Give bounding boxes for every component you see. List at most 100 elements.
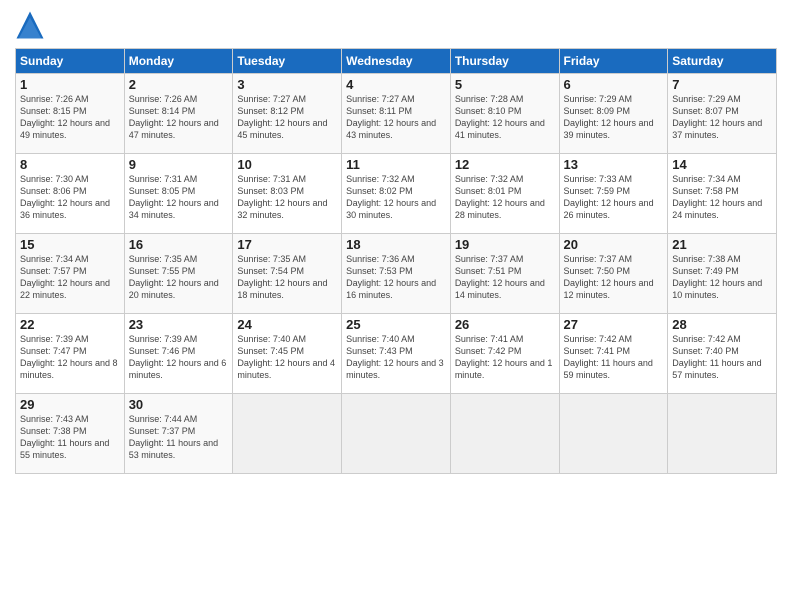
day-info: Sunrise: 7:41 AMSunset: 7:42 PMDaylight:… bbox=[455, 334, 553, 380]
day-info: Sunrise: 7:37 AMSunset: 7:51 PMDaylight:… bbox=[455, 254, 545, 300]
table-row: 5 Sunrise: 7:28 AMSunset: 8:10 PMDaylight… bbox=[450, 74, 559, 154]
col-thursday: Thursday bbox=[450, 49, 559, 74]
table-row: 29 Sunrise: 7:43 AMSunset: 7:38 PMDayligh… bbox=[16, 394, 125, 474]
day-info: Sunrise: 7:29 AMSunset: 8:09 PMDaylight:… bbox=[564, 94, 654, 140]
day-number: 6 bbox=[564, 77, 664, 92]
table-row: 14 Sunrise: 7:34 AMSunset: 7:58 PMDayligh… bbox=[668, 154, 777, 234]
table-row: 10 Sunrise: 7:31 AMSunset: 8:03 PMDayligh… bbox=[233, 154, 342, 234]
logo-icon bbox=[15, 10, 45, 40]
table-row: 17 Sunrise: 7:35 AMSunset: 7:54 PMDayligh… bbox=[233, 234, 342, 314]
day-number: 8 bbox=[20, 157, 120, 172]
calendar-header-row: Sunday Monday Tuesday Wednesday Thursday… bbox=[16, 49, 777, 74]
col-friday: Friday bbox=[559, 49, 668, 74]
day-number: 11 bbox=[346, 157, 446, 172]
day-info: Sunrise: 7:31 AMSunset: 8:03 PMDaylight:… bbox=[237, 174, 327, 220]
table-row: 19 Sunrise: 7:37 AMSunset: 7:51 PMDayligh… bbox=[450, 234, 559, 314]
day-number: 19 bbox=[455, 237, 555, 252]
table-row: 21Sunrise: 7:38 AMSunset: 7:49 PMDayligh… bbox=[668, 234, 777, 314]
day-info: Sunrise: 7:36 AMSunset: 7:53 PMDaylight:… bbox=[346, 254, 436, 300]
day-info: Sunrise: 7:40 AMSunset: 7:43 PMDaylight:… bbox=[346, 334, 444, 380]
day-number: 29 bbox=[20, 397, 120, 412]
day-number: 14 bbox=[672, 157, 772, 172]
calendar-week-row: 15Sunrise: 7:34 AMSunset: 7:57 PMDayligh… bbox=[16, 234, 777, 314]
table-row: 6 Sunrise: 7:29 AMSunset: 8:09 PMDaylight… bbox=[559, 74, 668, 154]
day-info: Sunrise: 7:44 AMSunset: 7:37 PMDaylight:… bbox=[129, 414, 218, 460]
table-row: 22 Sunrise: 7:39 AMSunset: 7:47 PMDayligh… bbox=[16, 314, 125, 394]
table-row: 2 Sunrise: 7:26 AMSunset: 8:14 PMDaylight… bbox=[124, 74, 233, 154]
calendar: Sunday Monday Tuesday Wednesday Thursday… bbox=[15, 48, 777, 474]
day-number: 21 bbox=[672, 237, 772, 252]
day-info: Sunrise: 7:26 AMSunset: 8:14 PMDaylight:… bbox=[129, 94, 219, 140]
table-row: 25Sunrise: 7:40 AMSunset: 7:43 PMDayligh… bbox=[342, 314, 451, 394]
day-info: Sunrise: 7:35 AMSunset: 7:55 PMDaylight:… bbox=[129, 254, 219, 300]
calendar-week-row: 8 Sunrise: 7:30 AMSunset: 8:06 PMDaylight… bbox=[16, 154, 777, 234]
day-info: Sunrise: 7:30 AMSunset: 8:06 PMDaylight:… bbox=[20, 174, 110, 220]
col-wednesday: Wednesday bbox=[342, 49, 451, 74]
day-info: Sunrise: 7:32 AMSunset: 8:02 PMDaylight:… bbox=[346, 174, 436, 220]
day-info: Sunrise: 7:29 AMSunset: 8:07 PMDaylight:… bbox=[672, 94, 762, 140]
table-row: 12 Sunrise: 7:32 AMSunset: 8:01 PMDayligh… bbox=[450, 154, 559, 234]
table-row: 16 Sunrise: 7:35 AMSunset: 7:55 PMDayligh… bbox=[124, 234, 233, 314]
day-info: Sunrise: 7:28 AMSunset: 8:10 PMDaylight:… bbox=[455, 94, 545, 140]
day-number: 5 bbox=[455, 77, 555, 92]
day-info: Sunrise: 7:27 AMSunset: 8:11 PMDaylight:… bbox=[346, 94, 436, 140]
day-info: Sunrise: 7:34 AMSunset: 7:57 PMDaylight:… bbox=[20, 254, 110, 300]
col-saturday: Saturday bbox=[668, 49, 777, 74]
day-number: 30 bbox=[129, 397, 229, 412]
day-info: Sunrise: 7:34 AMSunset: 7:58 PMDaylight:… bbox=[672, 174, 762, 220]
day-number: 13 bbox=[564, 157, 664, 172]
table-row bbox=[233, 394, 342, 474]
table-row: 24 Sunrise: 7:40 AMSunset: 7:45 PMDayligh… bbox=[233, 314, 342, 394]
col-sunday: Sunday bbox=[16, 49, 125, 74]
calendar-week-row: 29 Sunrise: 7:43 AMSunset: 7:38 PMDayligh… bbox=[16, 394, 777, 474]
day-number: 3 bbox=[237, 77, 337, 92]
calendar-week-row: 1 Sunrise: 7:26 AMSunset: 8:15 PMDaylight… bbox=[16, 74, 777, 154]
day-info: Sunrise: 7:35 AMSunset: 7:54 PMDaylight:… bbox=[237, 254, 327, 300]
table-row: 9Sunrise: 7:31 AMSunset: 8:05 PMDaylight… bbox=[124, 154, 233, 234]
day-number: 20 bbox=[564, 237, 664, 252]
day-number: 4 bbox=[346, 77, 446, 92]
day-info: Sunrise: 7:42 AMSunset: 7:40 PMDaylight:… bbox=[672, 334, 761, 380]
day-info: Sunrise: 7:40 AMSunset: 7:45 PMDaylight:… bbox=[237, 334, 335, 380]
day-number: 26 bbox=[455, 317, 555, 332]
table-row: 15Sunrise: 7:34 AMSunset: 7:57 PMDayligh… bbox=[16, 234, 125, 314]
table-row: 7Sunrise: 7:29 AMSunset: 8:07 PMDaylight… bbox=[668, 74, 777, 154]
table-row: 28 Sunrise: 7:42 AMSunset: 7:40 PMDayligh… bbox=[668, 314, 777, 394]
day-number: 17 bbox=[237, 237, 337, 252]
day-number: 9 bbox=[129, 157, 229, 172]
table-row: 30 Sunrise: 7:44 AMSunset: 7:37 PMDayligh… bbox=[124, 394, 233, 474]
table-row: 8 Sunrise: 7:30 AMSunset: 8:06 PMDaylight… bbox=[16, 154, 125, 234]
col-tuesday: Tuesday bbox=[233, 49, 342, 74]
table-row: 23 Sunrise: 7:39 AMSunset: 7:46 PMDayligh… bbox=[124, 314, 233, 394]
day-info: Sunrise: 7:42 AMSunset: 7:41 PMDaylight:… bbox=[564, 334, 653, 380]
day-info: Sunrise: 7:26 AMSunset: 8:15 PMDaylight:… bbox=[20, 94, 110, 140]
day-info: Sunrise: 7:39 AMSunset: 7:47 PMDaylight:… bbox=[20, 334, 118, 380]
day-info: Sunrise: 7:27 AMSunset: 8:12 PMDaylight:… bbox=[237, 94, 327, 140]
day-info: Sunrise: 7:37 AMSunset: 7:50 PMDaylight:… bbox=[564, 254, 654, 300]
day-number: 24 bbox=[237, 317, 337, 332]
day-number: 2 bbox=[129, 77, 229, 92]
table-row: 3 Sunrise: 7:27 AMSunset: 8:12 PMDaylight… bbox=[233, 74, 342, 154]
day-info: Sunrise: 7:39 AMSunset: 7:46 PMDaylight:… bbox=[129, 334, 227, 380]
table-row: 4 Sunrise: 7:27 AMSunset: 8:11 PMDaylight… bbox=[342, 74, 451, 154]
table-row: 26 Sunrise: 7:41 AMSunset: 7:42 PMDayligh… bbox=[450, 314, 559, 394]
table-row: 20 Sunrise: 7:37 AMSunset: 7:50 PMDayligh… bbox=[559, 234, 668, 314]
col-monday: Monday bbox=[124, 49, 233, 74]
table-row bbox=[450, 394, 559, 474]
day-number: 22 bbox=[20, 317, 120, 332]
day-number: 23 bbox=[129, 317, 229, 332]
day-number: 27 bbox=[564, 317, 664, 332]
day-number: 1 bbox=[20, 77, 120, 92]
day-number: 16 bbox=[129, 237, 229, 252]
day-info: Sunrise: 7:32 AMSunset: 8:01 PMDaylight:… bbox=[455, 174, 545, 220]
day-number: 10 bbox=[237, 157, 337, 172]
table-row: 13Sunrise: 7:33 AMSunset: 7:59 PMDayligh… bbox=[559, 154, 668, 234]
table-row: 11 Sunrise: 7:32 AMSunset: 8:02 PMDayligh… bbox=[342, 154, 451, 234]
table-row bbox=[668, 394, 777, 474]
day-number: 12 bbox=[455, 157, 555, 172]
day-number: 28 bbox=[672, 317, 772, 332]
table-row bbox=[559, 394, 668, 474]
table-row bbox=[342, 394, 451, 474]
calendar-week-row: 22 Sunrise: 7:39 AMSunset: 7:47 PMDayligh… bbox=[16, 314, 777, 394]
day-info: Sunrise: 7:43 AMSunset: 7:38 PMDaylight:… bbox=[20, 414, 109, 460]
